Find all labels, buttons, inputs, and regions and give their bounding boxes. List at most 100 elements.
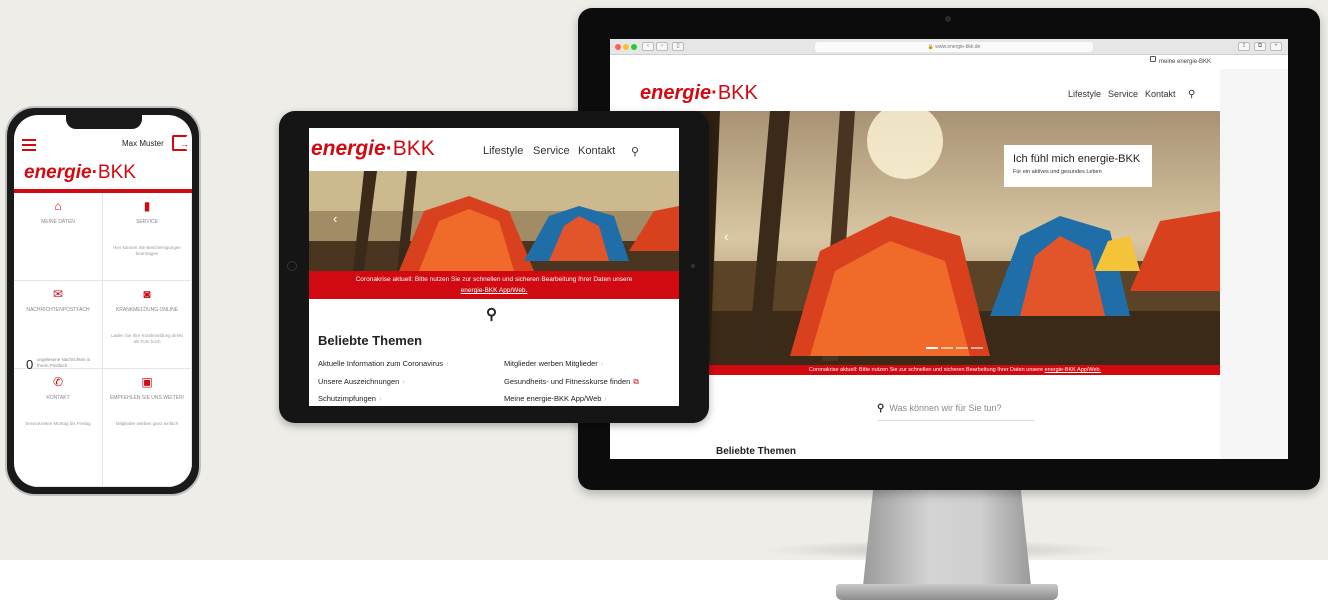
close-window-button[interactable] — [615, 44, 621, 50]
external-link-icon: ⧉ — [633, 377, 639, 386]
topic-link[interactable]: Aktuelle Information zum Coronavirus › — [318, 359, 449, 368]
topic-link-label: Aktuelle Information zum Coronavirus — [318, 359, 444, 368]
ticket-icon: ▣ — [141, 375, 153, 389]
logo-main: energie — [24, 162, 92, 183]
hero-slider: ‹ Ich fühl mich energie-BKK Für ein akti… — [690, 111, 1220, 365]
meine-energie-bkk-link[interactable]: meine energie-BKK — [1159, 55, 1211, 69]
search-placeholder: Was können wir für Sie tun? — [889, 403, 1002, 413]
slider-dot[interactable] — [941, 347, 953, 349]
nav-lifestyle[interactable]: Lifestyle — [483, 145, 523, 157]
slider-dot[interactable] — [971, 347, 983, 349]
chevron-right-icon: › — [600, 359, 604, 368]
nav-kontakt[interactable]: Kontakt — [1145, 89, 1176, 99]
chevron-right-icon: › — [604, 394, 607, 403]
phone-screen: Max Muster → energie·BKK ⌂ MEINE DATEN ▮… — [14, 115, 192, 487]
hero-subtitle: Für ein aktives und gesundes Leben — [1013, 169, 1102, 175]
hero-slider: ‹ — [309, 171, 679, 271]
tablet-device: energie·BKK Lifestyle Service Kontakt ⚲ … — [279, 111, 709, 423]
topic-link-label: Unsere Auszeichnungen — [318, 377, 400, 386]
back-button[interactable]: ‹ — [642, 42, 654, 51]
search-field[interactable]: ⚲ Was können wir für Sie tun? — [877, 403, 1035, 421]
tile-empfehlen[interactable]: ▣ EMPFEHLEN SIE UNS WEITER! Mitglieder w… — [103, 369, 192, 487]
new-tab-button[interactable]: + — [1270, 42, 1282, 51]
tile-krankmeldung[interactable]: ◙ KRANKMELDUNG ONLINE Laden Sie Ihre Kra… — [103, 281, 192, 369]
chevron-right-icon: › — [378, 394, 382, 403]
chevron-right-icon: › — [446, 359, 449, 368]
sidebar-toggle-button[interactable]: ▯ — [672, 42, 684, 51]
tile-description: Laden Sie Ihre Krankmeldung direkt als F… — [111, 333, 183, 344]
tile-meine-daten[interactable]: ⌂ MEINE DATEN — [14, 193, 103, 281]
mail-icon: ✉ — [52, 287, 64, 301]
home-button[interactable] — [287, 261, 297, 271]
app-link[interactable]: energie-BKK App/Web. — [1045, 367, 1101, 373]
topic-link[interactable]: Mitglieder werben Mitglieder › — [504, 359, 603, 368]
topic-link[interactable]: Schutzimpfungen › — [318, 394, 381, 403]
tabs-button[interactable]: ⧉ — [1254, 42, 1266, 51]
logo-dot: · — [711, 82, 718, 104]
minimize-window-button[interactable] — [623, 44, 629, 50]
topic-link-label: Gesundheits- und Fitnesskurse finden — [504, 377, 631, 386]
tablet-screen: energie·BKK Lifestyle Service Kontakt ⚲ … — [309, 128, 679, 406]
logo-suffix: BKK — [717, 82, 758, 104]
nav-service[interactable]: Service — [533, 145, 570, 157]
monitor-stand — [863, 490, 1031, 586]
previous-slide-arrow[interactable]: ‹ — [333, 211, 337, 226]
phone-icon: ✆ — [52, 375, 64, 389]
tile-description: Hier können Sie Bescheinigungen beantrag… — [113, 245, 181, 256]
section-title: Beliebte Themen — [318, 333, 423, 348]
tile-label: NACHRICHTENPOSTFACH — [26, 307, 90, 313]
topic-link-label: Schutzimpfungen — [318, 394, 376, 403]
tile-nachrichtenpostfach[interactable]: ✉ NACHRICHTENPOSTFACH — [14, 281, 103, 369]
slider-dots — [926, 347, 983, 349]
search-icon[interactable]: ⚲ — [1188, 89, 1195, 100]
topic-link[interactable]: Meine energie-BKK App/Web › — [504, 394, 607, 403]
chevron-right-icon: › — [402, 377, 405, 386]
webcam — [945, 16, 951, 22]
site-logo[interactable]: energie·BKK — [311, 137, 435, 161]
logo-dot: · — [385, 137, 393, 160]
tablet-camera — [691, 264, 695, 268]
slider-dot[interactable] — [926, 347, 938, 349]
tile-label: KONTAKT — [46, 395, 70, 401]
nav-kontakt[interactable]: Kontakt — [578, 145, 615, 157]
hero-title: Ich fühl mich energie-BKK — [1013, 153, 1141, 165]
logout-icon[interactable]: → — [172, 135, 189, 151]
topic-link[interactable]: Unsere Auszeichnungen › — [318, 377, 405, 386]
monitor-base — [836, 584, 1058, 600]
address-bar[interactable]: 🔒 www.energie-bkk.de — [815, 42, 1093, 52]
message-count: 0 — [26, 357, 34, 372]
logo-suffix: BKK — [97, 162, 136, 183]
service-tile-grid: ⌂ MEINE DATEN ▮ SERVICE Hier können Sie … — [14, 193, 192, 487]
browser-toolbar: ‹ › ▯ 🔒 www.energie-bkk.de ⇪ ⧉ + — [610, 39, 1288, 55]
desktop-screen: ‹ › ▯ 🔒 www.energie-bkk.de ⇪ ⧉ + meine e… — [610, 39, 1288, 459]
tile-label: KRANKMELDUNG ONLINE — [115, 307, 179, 313]
camera-icon: ◙ — [143, 287, 151, 301]
search-icon[interactable]: ⚲ — [631, 145, 639, 158]
phone-notch — [66, 115, 142, 129]
topic-link-label: Mitglieder werben Mitglieder — [504, 359, 598, 368]
phone-device: Max Muster → energie·BKK ⌂ MEINE DATEN ▮… — [5, 106, 201, 496]
maximize-window-button[interactable] — [631, 44, 637, 50]
app-link[interactable]: energie-BKK App/Web. — [461, 287, 528, 294]
section-title: Beliebte Themen — [716, 446, 797, 457]
tile-description: Mitglieder werben ganz einfach — [115, 421, 179, 426]
logo-suffix: BKK — [392, 137, 435, 160]
search-icon[interactable]: ⚲ — [486, 305, 497, 323]
topic-link[interactable]: Gesundheits- und Fitnesskurse finden ⧉ — [504, 377, 639, 387]
previous-slide-arrow[interactable]: ‹ — [724, 228, 729, 244]
tile-service[interactable]: ▮ SERVICE Hier können Sie Bescheinigunge… — [103, 193, 192, 281]
tile-label: EMPFEHLEN SIE UNS WEITER! — [109, 395, 185, 401]
document-icon: ▮ — [143, 199, 151, 213]
message-count-text: ungelesene Nachrichten in Ihrem Postfach — [37, 357, 91, 368]
site-logo[interactable]: energie·BKK — [640, 82, 758, 105]
tile-description: Servicezeiten Montag bis Freitag — [25, 421, 91, 426]
slider-dot[interactable] — [956, 347, 968, 349]
menu-icon[interactable] — [22, 139, 36, 154]
nav-lifestyle[interactable]: Lifestyle — [1068, 89, 1101, 99]
share-button[interactable]: ⇪ — [1238, 42, 1250, 51]
tile-kontakt[interactable]: ✆ KONTAKT Servicezeiten Montag bis Freit… — [14, 369, 103, 487]
forward-button[interactable]: › — [656, 42, 668, 51]
site-logo[interactable]: energie·BKK — [24, 162, 136, 184]
nav-service[interactable]: Service — [1108, 89, 1138, 99]
corona-notice: Coronakrise aktuell: Bitte nutzen Sie zu… — [309, 271, 679, 299]
